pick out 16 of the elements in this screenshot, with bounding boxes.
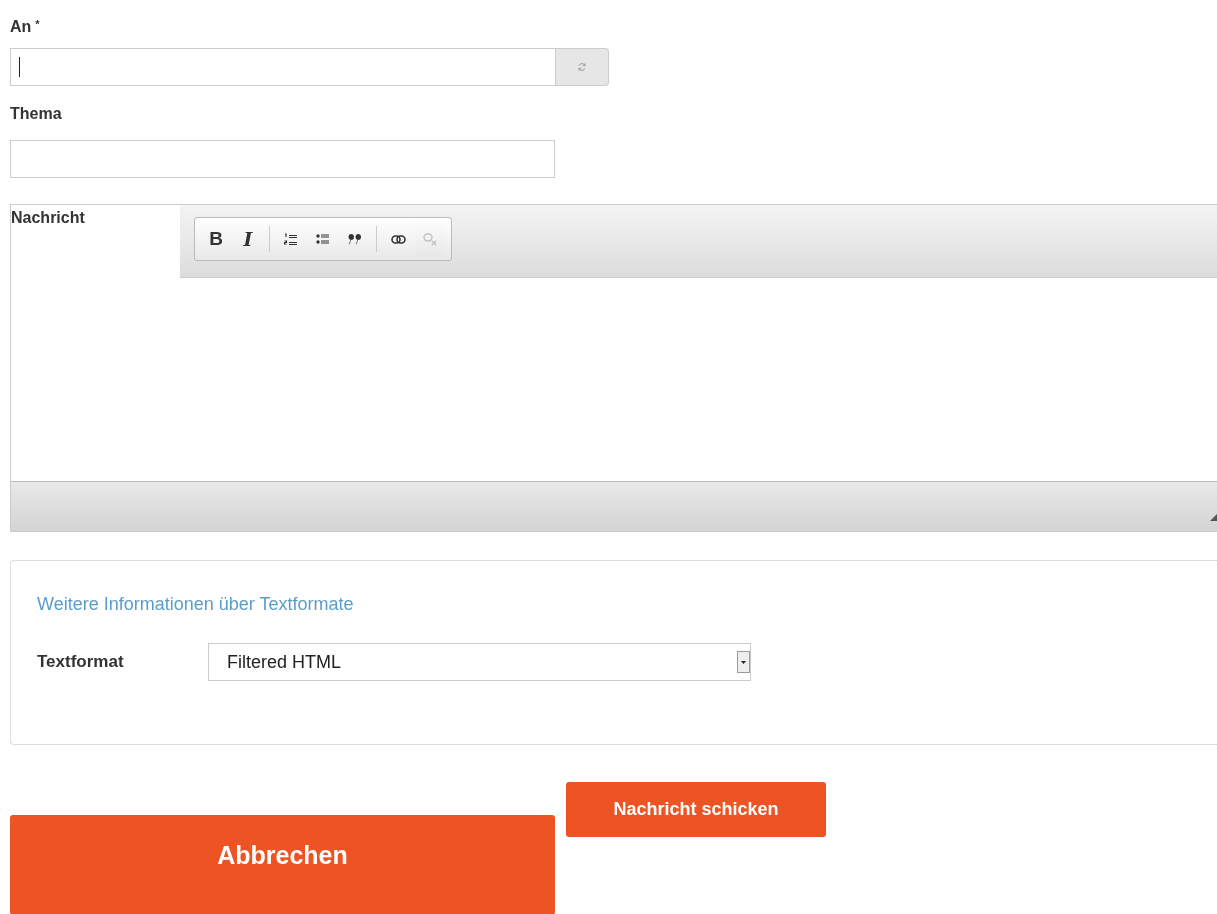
numbered-list-icon	[284, 232, 298, 246]
field-label: Textformat	[37, 652, 125, 672]
required-mark: *	[35, 18, 40, 30]
bulleted-list-icon	[316, 233, 330, 245]
send-message-button[interactable]: Nachricht schicken	[566, 782, 826, 837]
field-label: An	[10, 18, 32, 36]
text-format-select[interactable]: Filtered HTML	[208, 643, 751, 681]
bold-button[interactable]: B	[201, 222, 231, 256]
cancel-button[interactable]: Abbrechen	[10, 815, 555, 914]
subject-input[interactable]	[10, 140, 555, 178]
field-label: Nachricht	[11, 208, 86, 228]
refresh-icon	[577, 62, 587, 72]
recipient-input[interactable]	[10, 48, 556, 86]
italic-button[interactable]: I	[233, 222, 263, 256]
field-label: Thema	[10, 105, 62, 123]
link-icon	[390, 234, 406, 244]
